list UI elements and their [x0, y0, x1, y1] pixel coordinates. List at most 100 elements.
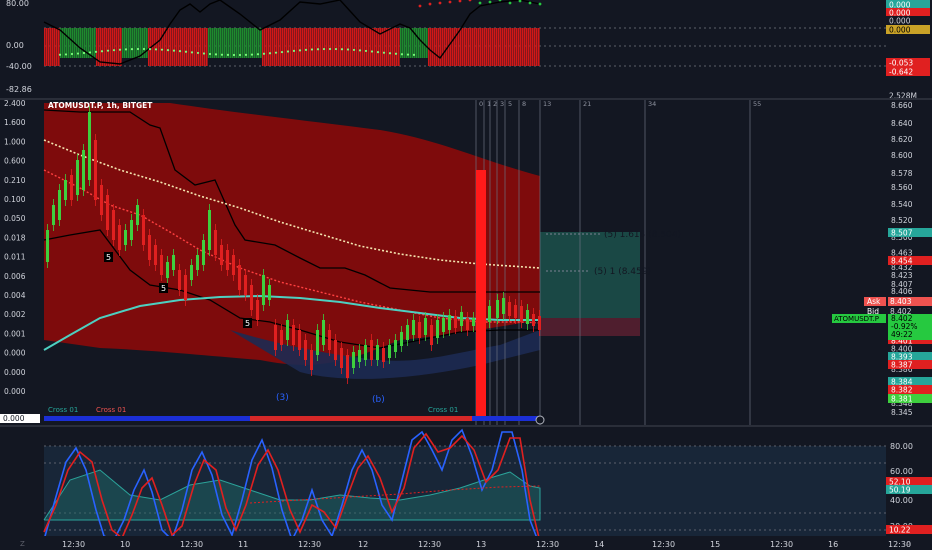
bearish-candle[interactable] — [148, 235, 151, 260]
bullish-candle[interactable] — [262, 275, 265, 305]
bearish-candle[interactable] — [382, 348, 385, 362]
top-histogram-bar — [226, 28, 228, 58]
top-axis-label: 0.00 — [6, 41, 24, 50]
bullish-candle[interactable] — [364, 345, 367, 360]
bearish-candle[interactable] — [178, 270, 181, 290]
bearish-candle[interactable] — [418, 322, 421, 338]
bearish-candle[interactable] — [292, 325, 295, 345]
time-axis[interactable]: Z A 12:30 10 12:30 11 12:30 12 12:30 13 12:30 14 1… — [0, 536, 932, 550]
bullish-candle[interactable] — [442, 318, 445, 332]
bearish-candle[interactable] — [298, 330, 301, 350]
bullish-candle[interactable] — [268, 285, 271, 300]
bullish-candle[interactable] — [502, 298, 505, 314]
bullish-candle[interactable] — [352, 352, 355, 368]
bearish-candle[interactable] — [94, 140, 97, 200]
long-position-stop-zone[interactable] — [540, 318, 640, 336]
bearish-candle[interactable] — [112, 210, 115, 240]
bearish-candle[interactable] — [280, 330, 283, 345]
bullish-candle[interactable] — [424, 318, 427, 335]
bearish-candle[interactable] — [256, 300, 259, 320]
bullish-candle[interactable] — [448, 315, 451, 330]
bullish-candle[interactable] — [196, 255, 199, 270]
bearish-candle[interactable] — [70, 175, 73, 200]
bearish-candle[interactable] — [346, 355, 349, 378]
bearish-candle[interactable] — [466, 318, 469, 330]
bullish-candle[interactable] — [400, 332, 403, 346]
bullish-candle[interactable] — [322, 320, 325, 345]
bullish-candle[interactable] — [130, 220, 133, 240]
bullish-candle[interactable] — [488, 306, 491, 322]
top-histogram-bar — [198, 28, 200, 66]
bearish-candle[interactable] — [304, 340, 307, 360]
chart-canvas[interactable]: 80.00 0.00 -40.00 -82.86 0.0000.0000.000… — [0, 0, 932, 550]
bullish-candle[interactable] — [190, 265, 193, 280]
stochastic-oscillator-panel[interactable]: 80.00 60.00 40.00 20.00 52.1050.1910.22 — [43, 428, 932, 547]
bearish-candle[interactable] — [184, 275, 187, 300]
bullish-candle[interactable] — [208, 210, 211, 250]
wave-target-label: (5) 1 (8.459) — [594, 267, 651, 277]
bullish-candle[interactable] — [472, 318, 475, 326]
signal-dot — [400, 53, 404, 56]
bearish-candle[interactable] — [430, 325, 433, 345]
bullish-candle[interactable] — [166, 262, 169, 278]
bearish-candle[interactable] — [244, 275, 247, 295]
bullish-candle[interactable] — [376, 345, 379, 360]
replay-marker-icon[interactable] — [535, 415, 545, 425]
bullish-candle[interactable] — [124, 230, 127, 245]
bearish-candle[interactable] — [232, 255, 235, 275]
bearish-candle[interactable] — [532, 314, 535, 326]
bearish-candle[interactable] — [328, 330, 331, 350]
left-axis-label: 0.018 — [4, 233, 26, 242]
bullish-candle[interactable] — [388, 345, 391, 358]
top-histogram-bar — [276, 28, 278, 66]
bullish-candle[interactable] — [172, 255, 175, 270]
bullish-candle[interactable] — [202, 240, 205, 265]
bearish-candle[interactable] — [154, 245, 157, 265]
bearish-candle[interactable] — [214, 230, 217, 255]
bearish-candle[interactable] — [454, 316, 457, 328]
bearish-candle[interactable] — [238, 265, 241, 290]
symbol-title[interactable]: ATOMUSDT.P, 1h, BITGET — [48, 101, 153, 110]
bearish-candle[interactable] — [340, 348, 343, 368]
bullish-candle[interactable] — [460, 312, 463, 326]
top-histogram-bar — [364, 28, 366, 66]
bullish-candle[interactable] — [286, 320, 289, 340]
top-histogram-bar — [488, 28, 490, 66]
bullish-candle[interactable] — [46, 230, 49, 262]
bearish-candle[interactable] — [250, 285, 253, 310]
bullish-candle[interactable] — [88, 112, 91, 180]
top-histogram-bar — [368, 28, 370, 66]
bearish-candle[interactable] — [514, 305, 517, 318]
bearish-candle[interactable] — [370, 340, 373, 360]
bullish-candle[interactable] — [82, 150, 85, 190]
timezone-corner[interactable]: Z — [20, 540, 25, 548]
bullish-candle[interactable] — [76, 160, 79, 195]
fib-time-label: 0 — [479, 100, 483, 108]
bearish-candle[interactable] — [118, 225, 121, 250]
bearish-candle[interactable] — [334, 340, 337, 360]
bullish-candle[interactable] — [496, 300, 499, 318]
bullish-candle[interactable] — [64, 180, 67, 200]
bullish-candle[interactable] — [358, 350, 361, 362]
bullish-candle[interactable] — [58, 190, 61, 220]
bearish-candle[interactable] — [220, 245, 223, 265]
bullish-candle[interactable] — [394, 340, 397, 352]
bearish-candle[interactable] — [226, 250, 229, 270]
bullish-candle[interactable] — [406, 325, 409, 340]
bearish-candle[interactable] — [310, 350, 313, 370]
bullish-candle[interactable] — [316, 330, 319, 355]
bullish-candle[interactable] — [136, 205, 139, 225]
bearish-candle[interactable] — [274, 325, 277, 350]
bearish-candle[interactable] — [106, 195, 109, 230]
top-histogram-bar — [60, 28, 62, 58]
bearish-candle[interactable] — [160, 255, 163, 275]
bearish-candle[interactable] — [538, 316, 541, 330]
bullish-candle[interactable] — [436, 320, 439, 338]
bullish-candle[interactable] — [412, 320, 415, 335]
bullish-candle[interactable] — [526, 310, 529, 324]
bearish-candle[interactable] — [520, 306, 523, 322]
bearish-candle[interactable] — [142, 215, 145, 245]
bearish-candle[interactable] — [100, 185, 103, 215]
bearish-candle[interactable] — [508, 302, 511, 316]
bullish-candle[interactable] — [52, 205, 55, 225]
